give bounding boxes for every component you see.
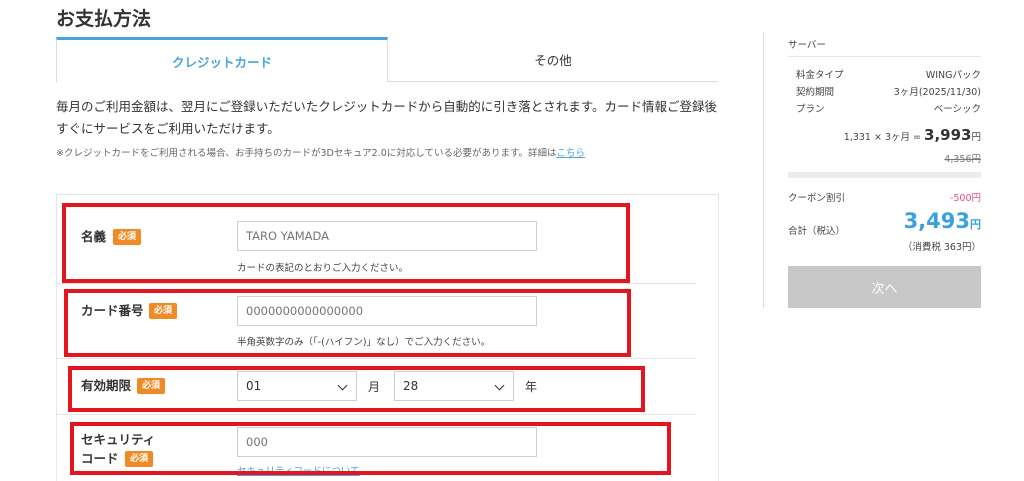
next-button[interactable]: 次へ [788, 266, 981, 308]
price-calculation: 1,331 × 3ヶ月 = 3,993円 [844, 126, 981, 144]
calc-unit: 円 [971, 132, 981, 143]
sidebar-divider [763, 32, 764, 308]
sidebar-title: サーバー [788, 40, 826, 51]
total-price: 3,493円 [904, 209, 981, 233]
total-amount: 3,493 [903, 209, 970, 233]
summary-value: ベーシック [933, 104, 981, 115]
tab-other[interactable]: その他 [388, 37, 718, 82]
summary-value: WINGパック [925, 70, 981, 81]
description-line-1: 毎月のご利用金額は、翌月にご登録いただいたクレジットカードから自動的に引き落とさ… [56, 99, 718, 114]
summary-value: 3ヶ月(2025/11/30) [893, 87, 981, 98]
calc-amount: 3,993 [924, 126, 972, 144]
row-divider [56, 358, 696, 359]
tax-note: （消費税 363円） [902, 242, 981, 253]
3ds-note-text: ※クレジットカードをご利用される場合、お手持ちのカードが3Dセキュア2.0に対応… [56, 148, 557, 159]
summary-separator [788, 172, 981, 178]
page-title: お支払方法 [56, 8, 152, 30]
summary-key: 料金タイプ [796, 70, 844, 81]
payment-description: 毎月のご利用金額は、翌月にご登録いただいたクレジットカードから自動的に引き落とさ… [56, 96, 726, 140]
total-unit: 円 [970, 218, 981, 231]
tab-credit-card[interactable]: クレジットカード [56, 37, 388, 82]
highlight-box-name [62, 203, 630, 283]
highlight-box-expiry [68, 366, 645, 412]
coupon-label: クーポン割引 [788, 193, 846, 204]
description-line-2: すぐにサービスをご利用いただけます。 [56, 121, 280, 136]
row-divider [56, 283, 696, 284]
details-link[interactable]: こちら [557, 148, 586, 159]
total-label: 合計（税込） [788, 226, 846, 237]
calc-prefix: 1,331 × 3ヶ月 = [843, 132, 921, 143]
original-price: 4,356円 [944, 154, 981, 165]
payment-tabs: クレジットカード その他 [56, 37, 718, 82]
coupon-value: -500円 [949, 193, 981, 204]
highlight-box-security [70, 422, 671, 475]
summary-key: 契約期間 [796, 87, 835, 98]
3ds-note: ※クレジットカードをご利用される場合、お手持ちのカードが3Dセキュア2.0に対応… [56, 145, 585, 159]
row-divider [56, 414, 696, 415]
summary-key: プラン [796, 104, 825, 115]
highlight-box-card-number [64, 289, 631, 357]
